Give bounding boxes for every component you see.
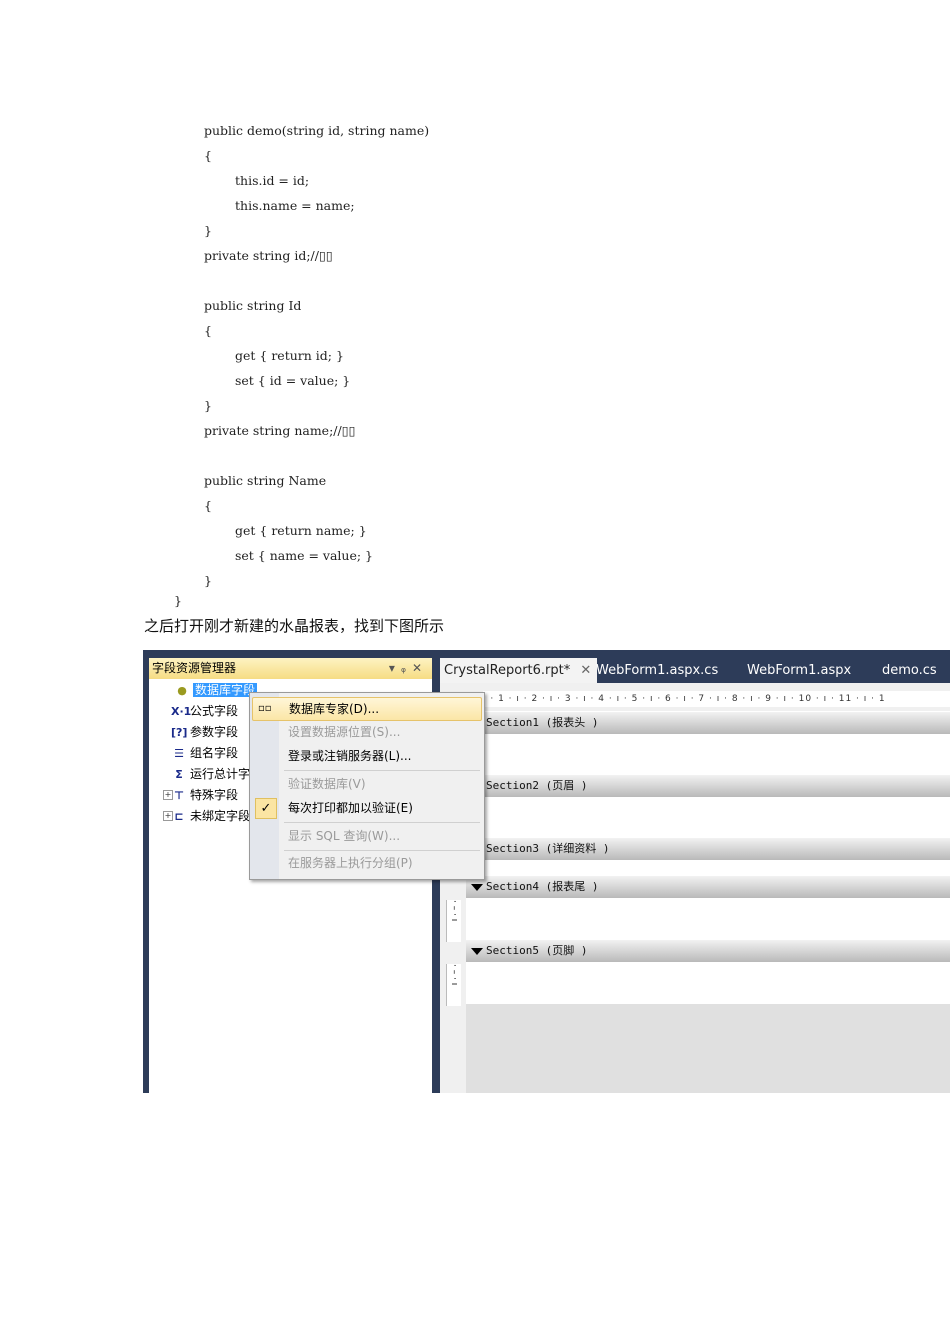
code-line: } <box>204 223 212 238</box>
code-line: } <box>204 398 212 413</box>
ide-screenshot: 字段资源管理器 ▾ᵩ✕ ● 数据库字段 X·1公式字段 [?] 参数字段 ☰ 组名字段… <box>143 650 950 1093</box>
collapse-triangle-icon[interactable] <box>471 884 483 891</box>
tab-demo-cs[interactable]: demo.cs <box>882 658 937 683</box>
code-line: { <box>204 148 212 163</box>
tree-item-parameter-fields[interactable]: [?] 参数字段 <box>171 722 238 742</box>
menu-item-set-datasource-location[interactable]: 设置数据源位置(S)... <box>252 721 480 743</box>
panel-title: 字段资源管理器 <box>152 661 237 675</box>
section-header[interactable]: Section3 (详细资料 ) <box>466 838 950 860</box>
code-line: { <box>204 498 212 513</box>
pin-icon[interactable]: ᵩ <box>401 661 412 675</box>
code-line: this.name = name; <box>235 198 355 213</box>
tree-item-formula-fields[interactable]: X·1公式字段 <box>171 701 238 721</box>
panel-header: 字段资源管理器 ▾ᵩ✕ <box>149 658 432 679</box>
code-line: this.id = id; <box>235 173 310 188</box>
database-expert-icon: ▫▫ <box>258 703 272 714</box>
dropdown-icon[interactable]: ▾ <box>389 661 401 675</box>
sigma-icon: Σ <box>175 768 183 781</box>
group-icon: ☰ <box>174 747 184 760</box>
section-header[interactable]: Section2 (页眉 ) <box>466 775 950 797</box>
menu-item-verify-database[interactable]: 验证数据库(V) <box>252 773 480 795</box>
tab-webform1-aspx[interactable]: WebForm1.aspx <box>747 658 851 683</box>
menu-item-log-on-off-server[interactable]: 登录或注销服务器(L)... <box>252 745 480 767</box>
paragraph: 之后打开刚才新建的水晶报表，找到下图所示 <box>144 617 445 635</box>
code-line: public string Name <box>204 473 327 488</box>
code-line: set { name = value; } <box>235 548 374 563</box>
menu-item-database-expert[interactable]: ▫▫ 数据库专家(D)... <box>252 697 482 721</box>
database-icon: ● <box>177 684 187 697</box>
code-line: public string Id <box>204 298 302 313</box>
code-line: } <box>174 593 182 608</box>
formula-icon: X·1 <box>171 705 192 718</box>
code-block: public demo(string id, string name) { th… <box>0 118 429 612</box>
code-line: private string id;//▯▯ <box>204 248 333 263</box>
code-line: { <box>204 323 212 338</box>
code-line: get { return name; } <box>235 523 367 538</box>
code-line: set { id = value; } <box>235 373 351 388</box>
section-header[interactable]: Section1 (报表头 ) <box>466 712 950 734</box>
report-designer: ı · 1 · ı · 2 · ı · 3 · ı · 4 · ı · 5 · … <box>440 683 950 1093</box>
tree-item-group-name-fields[interactable]: ☰ 组名字段 <box>171 743 238 763</box>
tree-item-special-fields[interactable]: + ⊤ 特殊字段 <box>163 785 238 805</box>
design-canvas: Section1 (报表头 ) Section2 (页眉 ) Section3 … <box>466 711 950 1093</box>
checkmark-icon: ✓ <box>255 798 277 819</box>
expand-icon[interactable]: + <box>163 811 173 821</box>
special-field-icon: ⊤ <box>173 789 185 802</box>
collapse-triangle-icon[interactable] <box>471 948 483 955</box>
code-line: private string name;//▯▯ <box>204 423 356 438</box>
close-icon[interactable]: ✕ <box>412 661 428 675</box>
menu-item-verify-on-every-print[interactable]: ✓ 每次打印都加以验证(E) <box>252 797 480 819</box>
vertical-ruler: · – · ı <box>446 900 461 942</box>
horizontal-ruler: ı · 1 · ı · 2 · ı · 3 · ı · 4 · ı · 5 · … <box>483 691 950 707</box>
vertical-ruler: · – · ı <box>446 964 461 1006</box>
expand-icon[interactable]: + <box>163 790 173 800</box>
tab-crystalreport6[interactable]: CrystalReport6.rpt* ✕ <box>440 658 598 683</box>
document-tabs: CrystalReport6.rpt* ✕ WebForm1.aspx.cs W… <box>440 658 950 683</box>
tree-item-unbound-fields[interactable]: + ⊏ 未绑定字段 <box>163 806 250 826</box>
menu-item-show-sql-query[interactable]: 显示 SQL 查询(W)... <box>252 825 480 847</box>
tab-webform1-aspx-cs[interactable]: WebForm1.aspx.cs <box>596 658 718 683</box>
context-menu: ▫▫ 数据库专家(D)... 设置数据源位置(S)... 登录或注销服务器(L).… <box>249 692 485 880</box>
menu-item-perform-grouping-on-server[interactable]: 在服务器上执行分组(P) <box>252 852 480 874</box>
close-tab-icon[interactable]: ✕ <box>580 663 591 678</box>
code-line: public demo(string id, string name) <box>204 123 430 138</box>
parameter-icon: [?] <box>171 726 188 739</box>
section-header[interactable]: Section4 (报表尾 ) <box>466 876 950 898</box>
unbound-field-icon: ⊏ <box>174 810 184 823</box>
tree-item-database-fields[interactable]: ● 数据库字段 <box>174 680 258 700</box>
code-line: get { return id; } <box>235 348 344 363</box>
section-header[interactable]: Section5 (页脚 ) <box>466 940 950 962</box>
document-page: public demo(string id, string name) { th… <box>0 0 950 1344</box>
